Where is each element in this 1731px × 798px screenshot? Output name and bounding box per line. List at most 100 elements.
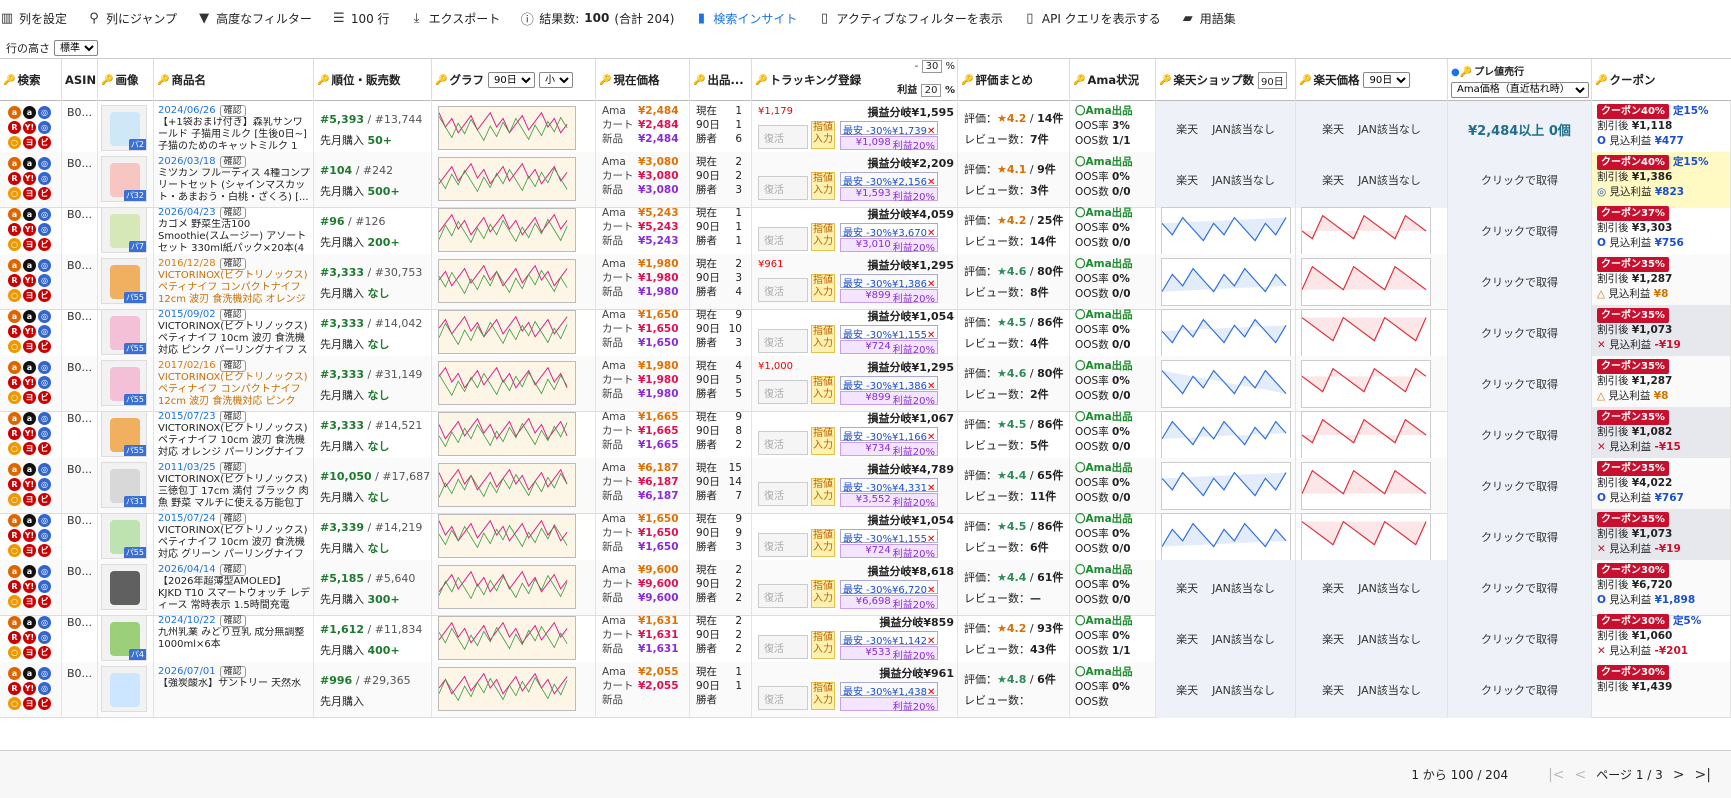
store-link-icon[interactable]: a (8, 616, 21, 629)
coupon-badge[interactable]: クーポン35% (1597, 308, 1669, 323)
store-link-icon[interactable]: a (8, 106, 21, 119)
revive-input[interactable]: 復活 (758, 176, 808, 200)
search-insight-button[interactable]: ▮ 検索インサイト (694, 10, 798, 27)
store-link-icon[interactable]: ○ (8, 340, 21, 353)
coupon-badge[interactable]: クーポン37% (1597, 206, 1669, 221)
store-link-icon[interactable]: a (23, 106, 36, 119)
store-link-icon[interactable]: ○ (8, 544, 21, 557)
col-ama[interactable]: 🔑 Ama状況 (1070, 59, 1156, 101)
coupon-badge[interactable]: クーポン35% (1597, 359, 1669, 374)
asin-value[interactable]: B0... (62, 152, 97, 170)
limit-input-button[interactable]: 指値入力 (811, 631, 835, 659)
premium-value[interactable]: クリックで取得 (1448, 458, 1591, 514)
store-link-icon[interactable]: ◎ (38, 376, 51, 389)
revive-input[interactable]: 復活 (758, 431, 808, 455)
col-price[interactable]: 🔑 現在価格 (596, 59, 690, 101)
product-title[interactable]: VICTORINOX(ビクトリノックス) ペティナイフ 10cm 波刃 食洗機対… (158, 321, 310, 357)
store-link-icon[interactable]: a (8, 565, 21, 578)
col-asin[interactable]: ASIN (62, 59, 98, 101)
store-link-icon[interactable]: ○ (8, 595, 21, 608)
store-link-icon[interactable]: Y! (23, 529, 36, 542)
store-link-icon[interactable]: a (23, 157, 36, 170)
store-link-icon[interactable]: ヨ (23, 697, 36, 710)
limit-input-button[interactable]: 指値入力 (811, 223, 835, 251)
export-button[interactable]: ⤓ エクスポート (410, 10, 501, 27)
store-link-icon[interactable]: a (23, 463, 36, 476)
store-link-icon[interactable]: a (8, 157, 21, 170)
jump-column-button[interactable]: ⚲ 列にジャンプ (87, 10, 177, 27)
rakuten-price-graph[interactable] (1301, 462, 1431, 510)
asin-value[interactable]: B0... (62, 203, 97, 221)
store-link-icon[interactable]: ◎ (38, 565, 51, 578)
revive-input[interactable]: 復活 (758, 329, 808, 353)
store-link-icon[interactable]: ◎ (38, 529, 51, 542)
store-link-icon[interactable]: ◎ (38, 208, 51, 221)
premium-value[interactable]: クリックで取得 (1448, 254, 1591, 310)
col-search[interactable]: 🔑 検索 (0, 59, 62, 101)
rakuten-shop-graph[interactable] (1161, 462, 1291, 510)
col-image[interactable]: 🔑 画像 (98, 59, 154, 101)
premium-value[interactable]: クリックで取得 (1448, 560, 1591, 616)
product-image[interactable]: パ55 (101, 411, 147, 457)
store-link-icon[interactable]: ○ (8, 442, 21, 455)
limit-input-button[interactable]: 指値入力 (811, 121, 835, 149)
store-link-icon[interactable]: ◎ (38, 325, 51, 338)
store-link-icon[interactable]: ビ (38, 238, 51, 251)
confirm-tag[interactable]: 確認 (219, 564, 246, 576)
store-link-icon[interactable]: ビ (38, 136, 51, 149)
revive-input[interactable]: 復活 (758, 533, 808, 557)
col-tracking[interactable]: 🔑 トラッキング登録 - 30 % 利益 20 % (752, 59, 958, 101)
store-link-icon[interactable]: ビ (38, 646, 51, 659)
price-graph[interactable] (438, 157, 576, 201)
store-link-icon[interactable]: Y! (23, 121, 36, 134)
store-link-icon[interactable]: a (23, 412, 36, 425)
col-name[interactable]: 🔑 商品名 (154, 59, 314, 101)
rakuten-price-range-select[interactable]: 90日 (1363, 72, 1411, 88)
store-link-icon[interactable]: a (23, 514, 36, 527)
rakuten-shop-graph[interactable] (1161, 309, 1291, 357)
price-graph[interactable] (438, 463, 576, 507)
product-title[interactable]: VICTORINOX(ビクトリノックス) ペティナイフ コンパクトナイフ 12c… (158, 270, 310, 306)
store-link-icon[interactable]: a (23, 667, 36, 680)
active-filter-button[interactable]: ▯ アクティブなフィルターを表示 (817, 10, 1003, 27)
profit-pct[interactable]: 利益 20 % (897, 81, 955, 97)
store-link-icon[interactable]: Y! (23, 427, 36, 440)
price-graph[interactable] (438, 565, 576, 609)
store-link-icon[interactable]: ヨ (23, 646, 36, 659)
revive-input[interactable]: 復活 (758, 482, 808, 506)
price-graph[interactable] (438, 106, 576, 150)
store-link-icon[interactable]: ◎ (38, 121, 51, 134)
rakuten-price-graph[interactable] (1301, 411, 1431, 459)
store-link-icon[interactable]: ◎ (38, 223, 51, 236)
product-image[interactable]: パ55 (101, 258, 147, 304)
limit-input-button[interactable]: 指値入力 (811, 376, 835, 404)
graph-size-select[interactable]: 小 (538, 72, 573, 88)
store-link-icon[interactable]: R (8, 478, 21, 491)
store-link-icon[interactable]: ○ (8, 187, 21, 200)
first-page-icon[interactable]: |< (1548, 767, 1564, 783)
asin-value[interactable]: B0... (62, 356, 97, 374)
store-link-icon[interactable]: ヨ (23, 391, 36, 404)
store-link-icon[interactable]: R (8, 172, 21, 185)
price-graph[interactable] (438, 259, 576, 303)
asin-value[interactable]: B0... (62, 611, 97, 629)
store-link-icon[interactable]: R (8, 274, 21, 287)
price-graph[interactable] (438, 514, 576, 558)
store-link-icon[interactable]: ◎ (38, 106, 51, 119)
set-columns-button[interactable]: ▥ 列を設定 (0, 10, 67, 27)
coupon-badge[interactable]: クーポン40% (1597, 155, 1669, 170)
asin-value[interactable]: B0... (62, 305, 97, 323)
asin-value[interactable]: B0... (62, 509, 97, 527)
graph-range-select[interactable]: 90日 (487, 72, 535, 88)
store-link-icon[interactable]: ヨ (23, 187, 36, 200)
store-link-icon[interactable]: ビ (38, 595, 51, 608)
store-link-icon[interactable]: R (8, 376, 21, 389)
store-link-icon[interactable]: R (8, 631, 21, 644)
store-link-icon[interactable]: ○ (8, 493, 21, 506)
product-title[interactable]: カゴメ 野菜生活100 Smoothie(スムージー) アソートセット 330m… (158, 219, 310, 255)
confirm-tag[interactable]: 確認 (219, 462, 246, 474)
rows-button[interactable]: ☰ 100 行 (332, 10, 390, 27)
store-link-icon[interactable]: R (8, 682, 21, 695)
col-review[interactable]: 🔑 評価まとめ (958, 59, 1070, 101)
glossary-button[interactable]: ▰ 用語集 (1181, 10, 1236, 27)
